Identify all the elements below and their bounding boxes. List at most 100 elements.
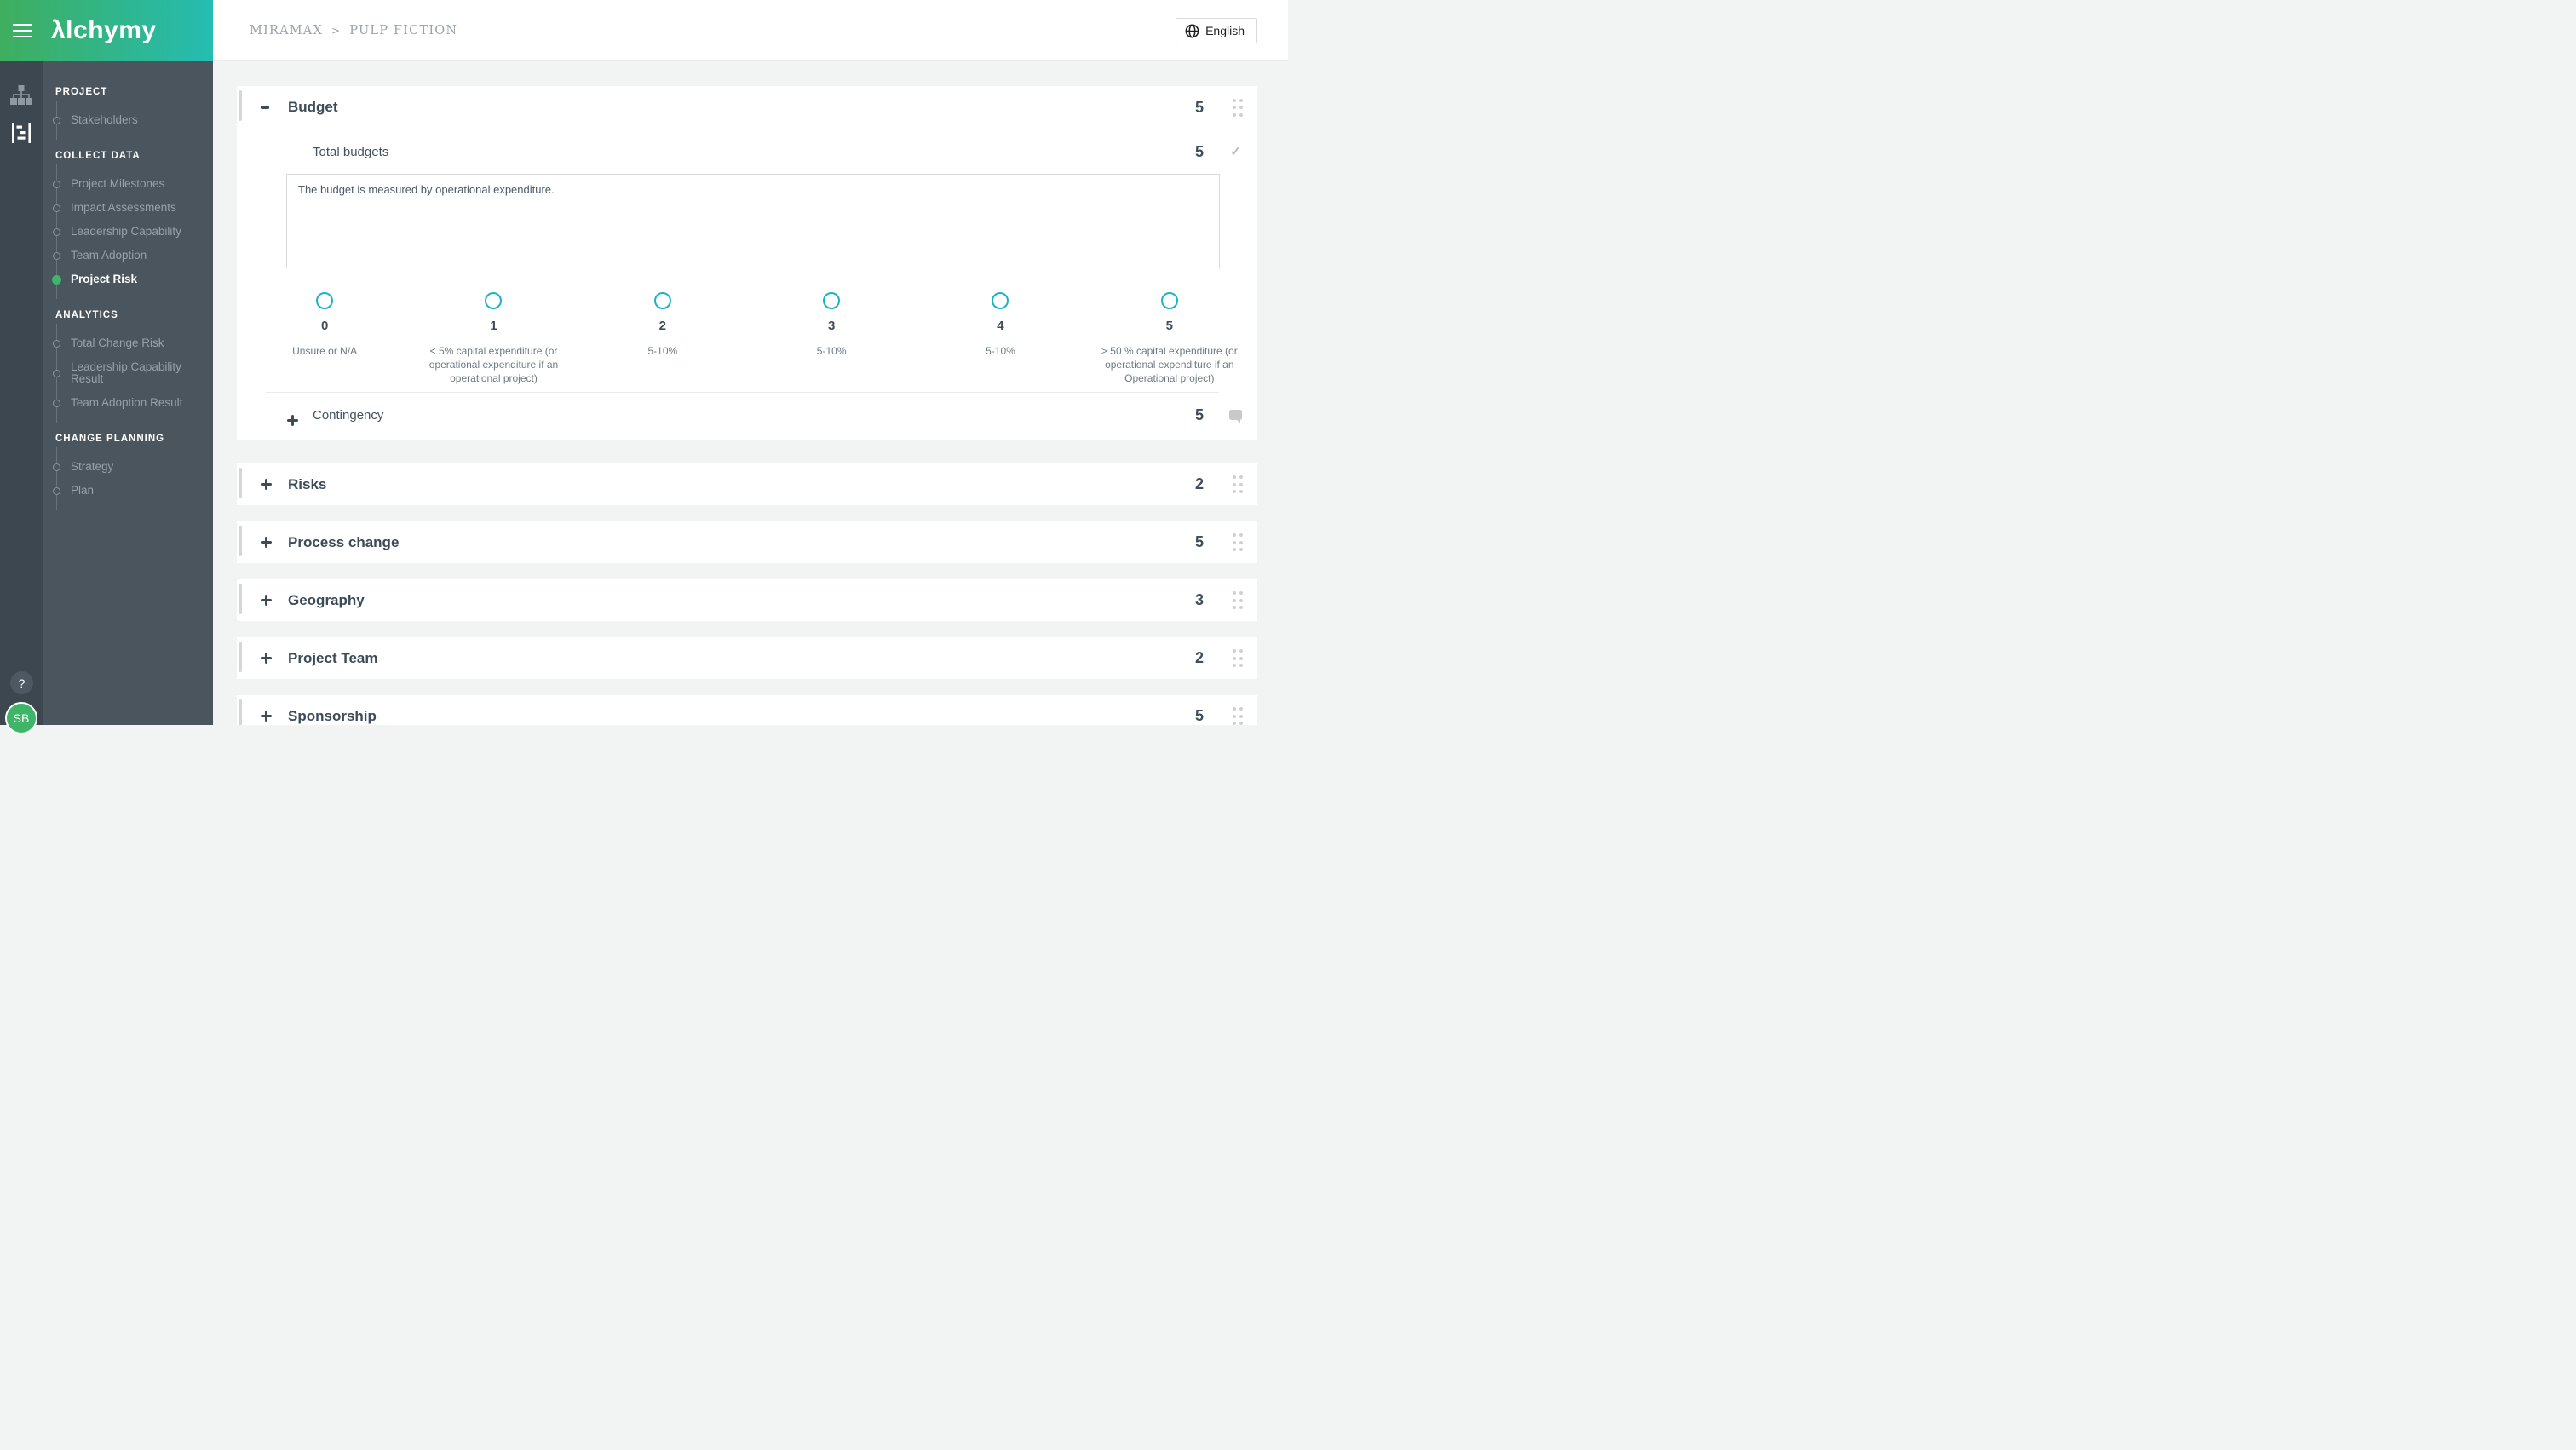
sidebar-item-strategy[interactable]: Strategy — [43, 455, 213, 479]
sidebar-item-impact-assessments[interactable]: Impact Assessments — [43, 196, 213, 220]
sidebar-item-label: Stakeholders — [71, 113, 138, 126]
section-header-project-team[interactable]: Project Team 2 — [237, 637, 1257, 680]
step-bullet-icon — [53, 180, 60, 188]
active-step-bullet-icon — [52, 274, 61, 285]
sidebar-heading-analytics: ANALYTICS — [55, 310, 118, 320]
section-header-geography[interactable]: Geography 3 — [237, 579, 1257, 622]
step-bullet-icon — [53, 339, 60, 348]
main-content: Budget 5 Total budgets 5 ✓ The budget is… — [213, 61, 1288, 725]
expand-button[interactable] — [261, 537, 274, 548]
drag-handle-icon[interactable] — [1232, 533, 1243, 551]
rating-label: 5-10% — [816, 345, 847, 357]
rating-value: 1 — [490, 319, 497, 333]
help-button[interactable]: ? — [10, 671, 33, 694]
rating-value: 0 — [320, 319, 329, 333]
expand-button[interactable] — [261, 711, 274, 722]
sidebar-item-total-change-risk[interactable]: Total Change Risk — [43, 331, 213, 355]
sidebar-item-stakeholders[interactable]: Stakeholders — [43, 108, 213, 132]
sidebar-item-project-milestones[interactable]: Project Milestones — [43, 172, 213, 196]
sidebar-item-label: Team Adoption — [71, 249, 147, 262]
rating-radio[interactable] — [1160, 292, 1178, 309]
rating-value: 2 — [658, 319, 666, 333]
section-card-geography: Geography 3 — [237, 579, 1257, 621]
section-title: Sponsorship — [288, 707, 377, 724]
breadcrumb: MIRAMAX > PULP FICTION — [250, 24, 457, 37]
minus-icon — [261, 106, 269, 109]
language-label: English — [1205, 24, 1245, 37]
rating-radio[interactable] — [992, 292, 1009, 309]
rating-value: 4 — [997, 319, 1004, 333]
section-title: Geography — [288, 591, 365, 608]
rating-option-0: 0 Unsure or N/A — [240, 292, 409, 392]
subsection-header-total-budgets[interactable]: Total budgets 5 ✓ — [237, 129, 1257, 174]
rating-option-2: 2 5-10% — [578, 292, 747, 392]
sidebar-heading-project: PROJECT — [55, 87, 108, 97]
rating-label: Unsure or N/A — [292, 345, 358, 357]
section-card-project-team: Project Team 2 — [237, 637, 1257, 679]
plus-icon — [261, 537, 272, 548]
step-bullet-icon — [53, 116, 60, 124]
rating-label: 5-10% — [647, 345, 678, 357]
sidebar-group-change-planning: CHANGE PLANNING Strategy Plan — [43, 434, 213, 510]
sidebar-item-team-adoption-result[interactable]: Team Adoption Result — [43, 391, 213, 415]
section-score: 2 — [1194, 475, 1204, 492]
comment-icon[interactable] — [1229, 410, 1242, 423]
sidebar-item-label: Impact Assessments — [71, 201, 176, 214]
drag-handle-icon[interactable] — [1232, 649, 1243, 667]
budget-note-input[interactable]: The budget is measured by operational ex… — [286, 174, 1220, 268]
rating-radio[interactable] — [316, 292, 334, 309]
expand-button[interactable] — [261, 595, 274, 606]
step-bullet-icon — [53, 463, 60, 471]
sidebar-item-project-risk[interactable]: Project Risk — [43, 268, 213, 291]
hamburger-menu-icon[interactable] — [13, 23, 32, 38]
drag-handle-icon[interactable] — [1232, 98, 1243, 117]
expand-button[interactable] — [261, 479, 274, 490]
sidebar-item-plan[interactable]: Plan — [43, 479, 213, 503]
sidebar-heading-change-planning: CHANGE PLANNING — [55, 434, 165, 444]
rating-radio[interactable] — [653, 292, 671, 309]
section-card-risks: Risks 2 — [237, 463, 1257, 505]
collapse-button[interactable] — [261, 106, 274, 109]
org-chart-icon[interactable] — [0, 85, 43, 106]
step-bullet-icon — [53, 204, 60, 212]
rating-option-4: 4 5-10% — [916, 292, 1084, 392]
sidebar-item-label: Leadership Capability Result — [71, 360, 181, 385]
rating-radio[interactable] — [485, 292, 503, 309]
sidebar-item-team-adoption[interactable]: Team Adoption — [43, 244, 213, 268]
icon-rail: ? SB — [0, 0, 43, 734]
drag-handle-icon[interactable] — [1232, 475, 1243, 493]
section-card-budget: Budget 5 Total budgets 5 ✓ The budget is… — [237, 86, 1257, 440]
sidebar-item-leadership-capability-result[interactable]: Leadership Capability Result — [43, 355, 213, 391]
section-header-budget[interactable]: Budget 5 — [237, 86, 1257, 129]
sidebar-item-label: Team Adoption Result — [71, 396, 183, 409]
expand-button[interactable] — [261, 653, 274, 664]
breadcrumb-parent[interactable]: MIRAMAX — [250, 24, 323, 37]
rating-option-5: 5 > 50 % capital expenditure (or operati… — [1085, 292, 1254, 392]
sidebar-item-label: Strategy — [71, 460, 114, 473]
section-card-sponsorship: Sponsorship 5 — [237, 695, 1257, 725]
plus-icon — [261, 595, 272, 606]
rating-value: 3 — [827, 319, 836, 333]
subsection-header-contingency[interactable]: Contingency 5 — [237, 393, 1257, 437]
section-score: 2 — [1194, 649, 1204, 666]
rating-label: < 5% capital expenditure (or operational… — [428, 345, 559, 385]
language-selector-button[interactable]: English — [1176, 18, 1257, 43]
section-score: 5 — [1194, 533, 1204, 550]
sidebar-item-label: Plan — [71, 484, 95, 497]
brand-header: λlchymy — [0, 0, 213, 61]
rating-label: > 50 % capital expenditure (or operation… — [1101, 345, 1238, 385]
plus-icon — [261, 653, 272, 664]
sidebar-group-collect-data: COLLECT DATA Project Milestones Impact A… — [43, 151, 213, 299]
rating-radio[interactable] — [823, 292, 841, 309]
sidebar-item-label: Project Risk — [71, 273, 138, 285]
user-avatar[interactable]: SB — [5, 702, 37, 734]
drag-handle-icon[interactable] — [1232, 707, 1243, 725]
sidebar-item-leadership-capability[interactable]: Leadership Capability — [43, 220, 213, 244]
drag-handle-icon[interactable] — [1232, 591, 1243, 609]
section-header-risks[interactable]: Risks 2 — [237, 463, 1257, 506]
section-header-sponsorship[interactable]: Sponsorship 5 — [237, 695, 1257, 725]
kanban-board-icon[interactable] — [0, 122, 43, 144]
plus-icon — [261, 711, 272, 722]
step-bullet-icon — [53, 227, 60, 236]
section-header-process-change[interactable]: Process change 5 — [237, 521, 1257, 564]
